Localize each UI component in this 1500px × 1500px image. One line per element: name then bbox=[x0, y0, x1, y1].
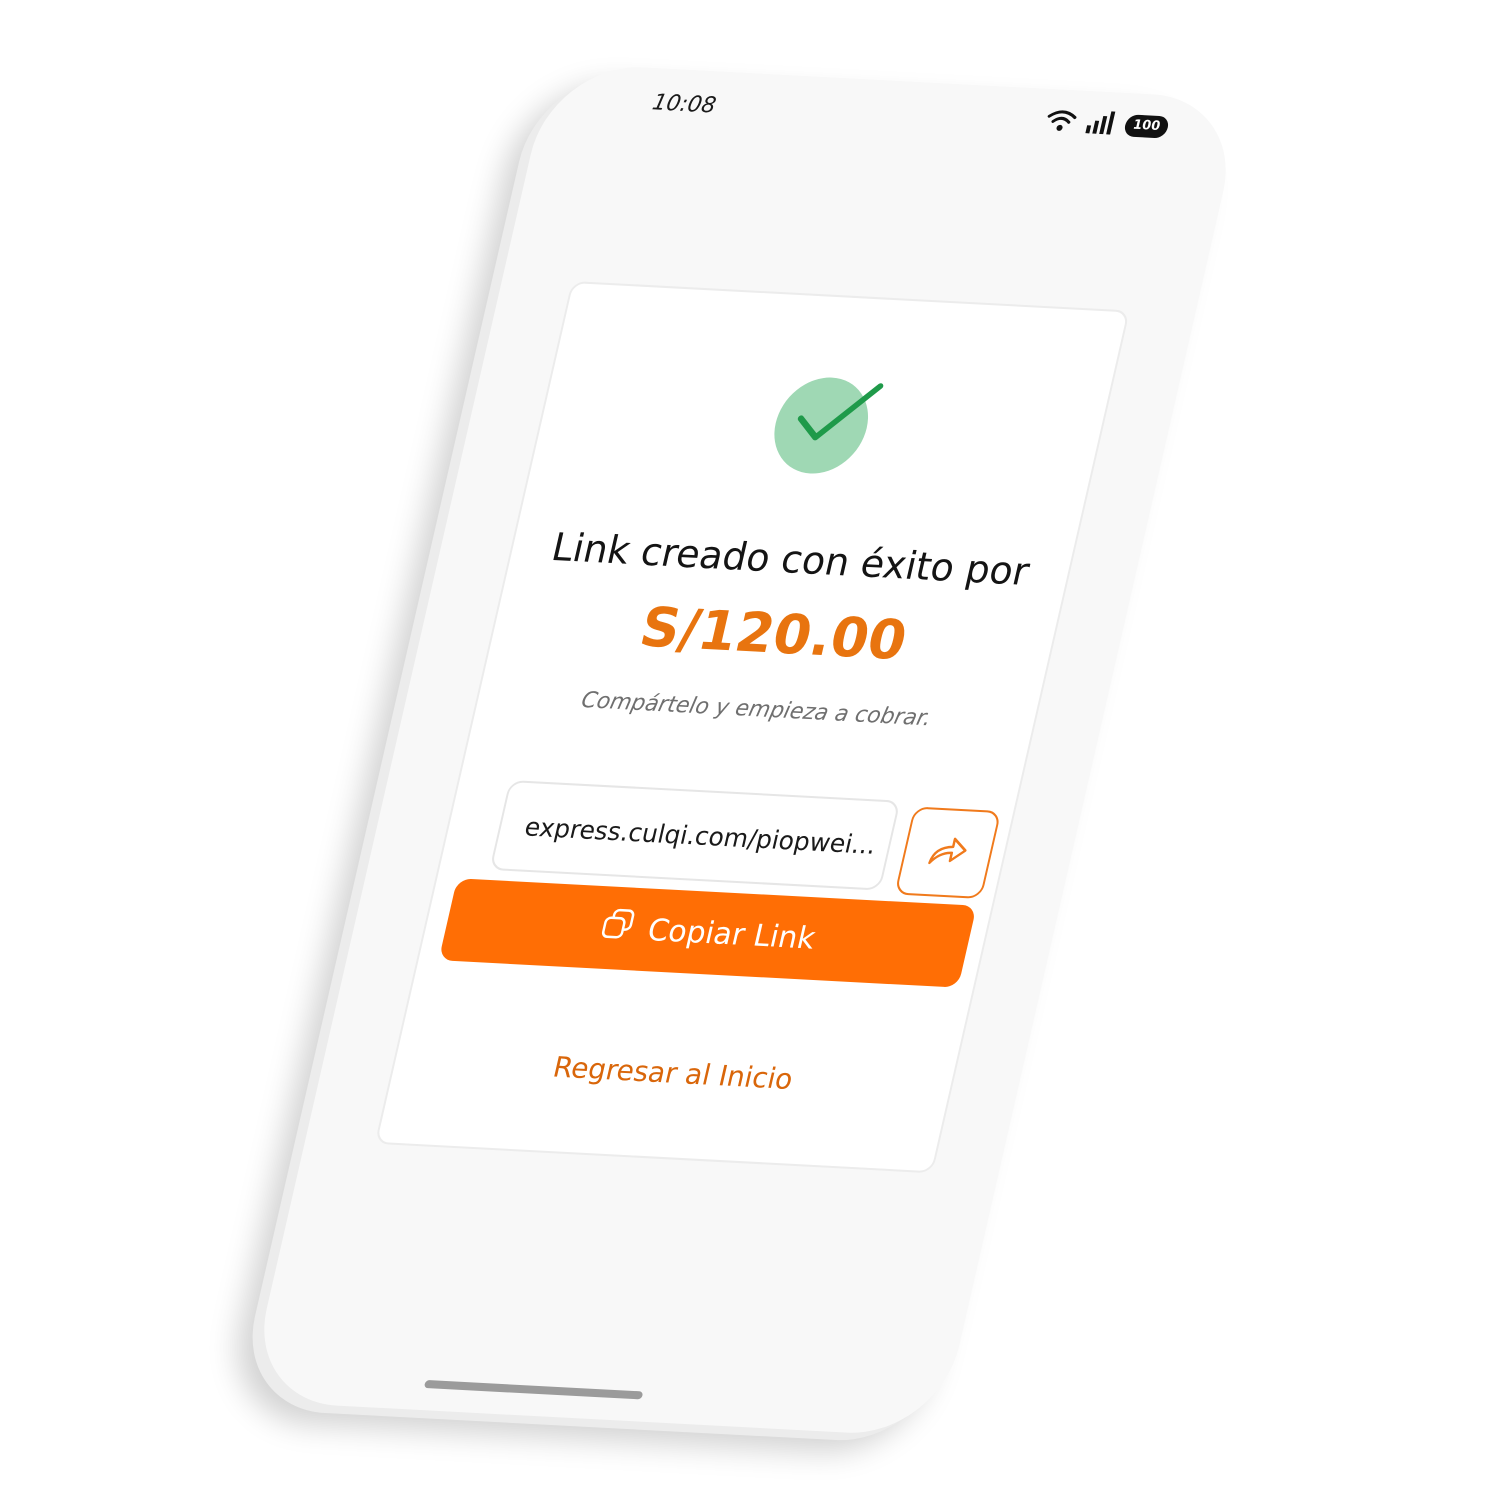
success-card: Link creado con éxito por S/120.00 Compá… bbox=[374, 280, 1130, 1174]
copy-link-label: Copiar Link bbox=[644, 912, 819, 957]
home-indicator[interactable] bbox=[423, 1379, 644, 1400]
copy-link-button[interactable]: Copiar Link bbox=[438, 878, 977, 988]
signal-icon bbox=[1082, 109, 1118, 139]
phone-screen: 10:08 100 Link creado con éxito por S/12… bbox=[245, 62, 1245, 1438]
check-circle-icon bbox=[760, 365, 894, 481]
share-arrow-icon bbox=[924, 833, 972, 873]
success-title: Link creado con éxito por bbox=[547, 524, 1034, 594]
wifi-icon bbox=[1043, 107, 1079, 137]
status-icons: 100 bbox=[1043, 107, 1171, 141]
link-field[interactable]: express.culqi.com/piopwei... bbox=[489, 780, 901, 891]
amount-value: S/120.00 bbox=[634, 595, 913, 673]
back-home-link[interactable]: Regresar al Inicio bbox=[392, 1042, 954, 1104]
copy-icon bbox=[596, 906, 639, 950]
battery-badge: 100 bbox=[1122, 114, 1171, 139]
stage: 10:08 100 Link creado con éxito por S/12… bbox=[0, 0, 1500, 1500]
success-subtitle: Compártelo y empieza a cobrar. bbox=[578, 687, 934, 732]
status-time: 10:08 bbox=[649, 90, 719, 119]
status-bar: 10:08 100 bbox=[538, 63, 1244, 160]
link-value: express.culqi.com/piopwei... bbox=[521, 811, 880, 860]
share-button[interactable] bbox=[894, 806, 1002, 899]
